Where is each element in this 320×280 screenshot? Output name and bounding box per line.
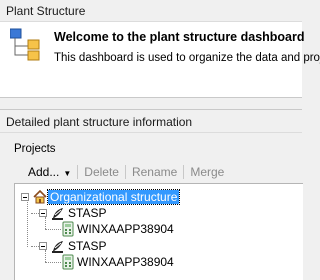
- merge-button[interactable]: Merge: [184, 165, 230, 179]
- welcome-title: Welcome to the plant structure dashboard: [54, 30, 305, 44]
- collapse-icon[interactable]: [39, 242, 47, 250]
- tree-node-project[interactable]: STASP: [39, 238, 108, 254]
- plant-icon: [52, 241, 63, 253]
- tree-connector: [31, 213, 39, 214]
- tree-node-label[interactable]: WINXAAPP38904: [75, 222, 176, 236]
- project-tree[interactable]: Organizational structure STASP WINXAAPP3…: [14, 183, 303, 280]
- calculator-icon: [62, 254, 74, 270]
- rename-button[interactable]: Rename: [126, 165, 183, 179]
- collapse-icon[interactable]: [21, 193, 29, 201]
- delete-button[interactable]: Delete: [78, 165, 125, 179]
- welcome-description: This dashboard is used to organize the d…: [54, 52, 320, 64]
- dropdown-caret-icon[interactable]: ▼: [63, 169, 71, 178]
- panel-header: Plant Structure: [0, 0, 302, 22]
- tree-node-label[interactable]: Organizational structure: [46, 189, 181, 205]
- add-button-label: Add...: [28, 165, 60, 179]
- structure-icon: [10, 28, 40, 61]
- tree-node-item[interactable]: WINXAAPP38904: [61, 254, 176, 270]
- tree-connector: [45, 262, 61, 263]
- projects-toolbar: Add... ▼ Delete Rename Merge: [22, 161, 230, 183]
- tree-node-root[interactable]: Organizational structure: [21, 189, 181, 205]
- plant-structure-panel: Plant Structure Welcome to the plant str…: [0, 0, 320, 98]
- tree-connector: [31, 246, 39, 247]
- projects-group-label: Projects: [14, 143, 56, 155]
- tree-node-label[interactable]: STASP: [66, 206, 108, 220]
- add-button[interactable]: Add... ▼: [22, 165, 77, 179]
- tree-node-label[interactable]: STASP: [66, 239, 108, 253]
- calculator-icon: [62, 221, 74, 237]
- tree-node-item[interactable]: WINXAAPP38904: [61, 221, 176, 237]
- detail-panel-header: Detailed plant structure information: [0, 109, 302, 133]
- plant-icon: [52, 208, 63, 220]
- collapse-icon[interactable]: [39, 209, 47, 217]
- tree-node-label[interactable]: WINXAAPP38904: [75, 255, 176, 269]
- tree-node-project[interactable]: STASP: [39, 205, 108, 221]
- tree-connector: [45, 229, 61, 230]
- home-icon: [33, 189, 47, 204]
